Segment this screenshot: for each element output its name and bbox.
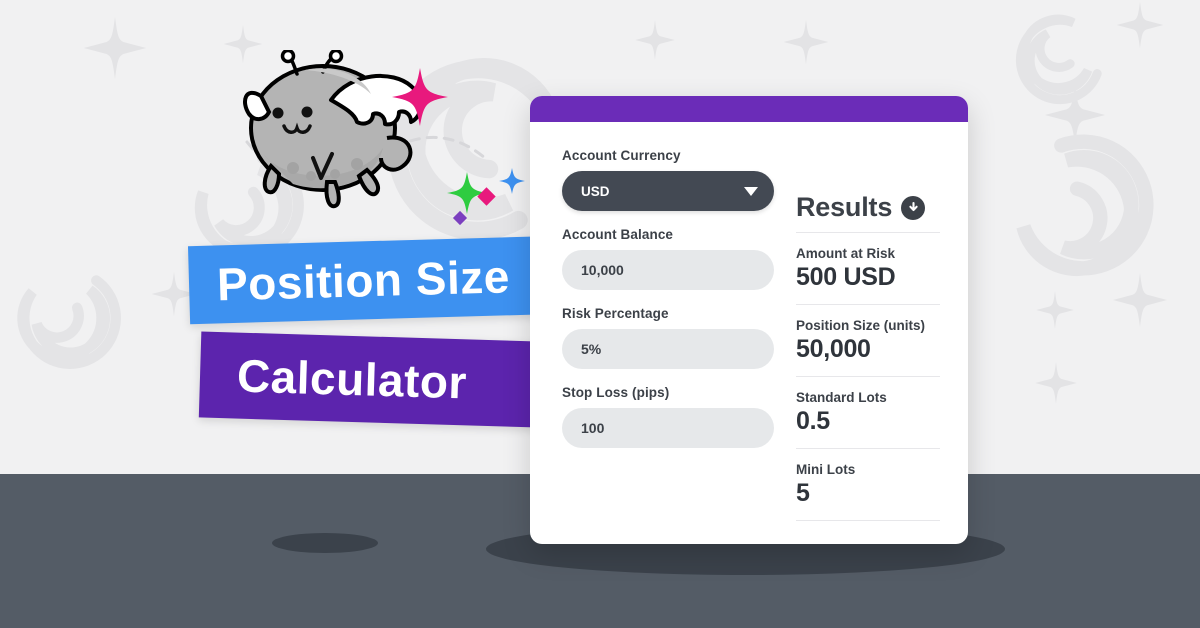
result-label-amount-at-risk: Amount at Risk	[796, 246, 896, 261]
result-value-standard-lots: 0.5	[796, 407, 830, 435]
results-divider-4	[796, 520, 940, 521]
result-label-standard-lots: Standard Lots	[796, 390, 887, 405]
result-value-position-size: 50,000	[796, 335, 871, 363]
result-standard-lots: Standard Lots 0.5	[796, 377, 940, 448]
input-stop-loss[interactable]: 100	[562, 408, 774, 448]
results-column: Results Amount at Risk 500 USD Position …	[774, 148, 940, 521]
label-risk-percentage: Risk Percentage	[562, 306, 669, 321]
banner-position-size-text: Position Size	[216, 250, 511, 311]
input-account-balance[interactable]: 10,000	[562, 250, 774, 290]
small-floor-shadow	[272, 533, 378, 553]
result-mini-lots: Mini Lots 5	[796, 449, 940, 520]
result-amount-at-risk: Amount at Risk 500 USD	[796, 233, 940, 304]
banner-position-size: Position Size	[187, 235, 564, 325]
result-label-position-size: Position Size (units)	[796, 318, 926, 333]
result-value-mini-lots: 5	[796, 479, 810, 507]
result-label-mini-lots: Mini Lots	[796, 462, 856, 477]
chevron-down-icon	[744, 186, 758, 196]
mascot-body	[243, 50, 423, 209]
label-stop-loss: Stop Loss (pips)	[562, 385, 670, 400]
label-account-currency: Account Currency	[562, 148, 681, 163]
field-stop-loss: Stop Loss (pips) 100	[562, 385, 774, 448]
select-account-currency-value: USD	[581, 183, 610, 199]
results-header: Results	[796, 192, 940, 232]
banner-calculator: Calculator	[198, 331, 576, 429]
download-arrow-icon[interactable]	[901, 195, 926, 220]
results-title: Results	[796, 192, 893, 222]
promo-banner-stage: Position Size Calculator Account Currenc…	[0, 0, 1200, 628]
field-account-currency: Account Currency USD	[562, 148, 774, 211]
select-account-currency[interactable]: USD	[562, 171, 774, 211]
result-position-size: Position Size (units) 50,000	[796, 305, 940, 376]
card-top-bar	[530, 96, 968, 122]
label-account-balance: Account Balance	[562, 227, 674, 242]
banner-calculator-text: Calculator	[236, 349, 468, 409]
calculator-card: Account Currency USD Account Balance 10,…	[530, 96, 968, 544]
field-risk-percentage: Risk Percentage 5%	[562, 306, 774, 369]
input-risk-percentage[interactable]: 5%	[562, 329, 774, 369]
field-account-balance: Account Balance 10,000	[562, 227, 774, 290]
form-column: Account Currency USD Account Balance 10,…	[562, 148, 774, 521]
card-body: Account Currency USD Account Balance 10,…	[530, 122, 968, 521]
result-value-amount-at-risk: 500 USD	[796, 263, 896, 291]
